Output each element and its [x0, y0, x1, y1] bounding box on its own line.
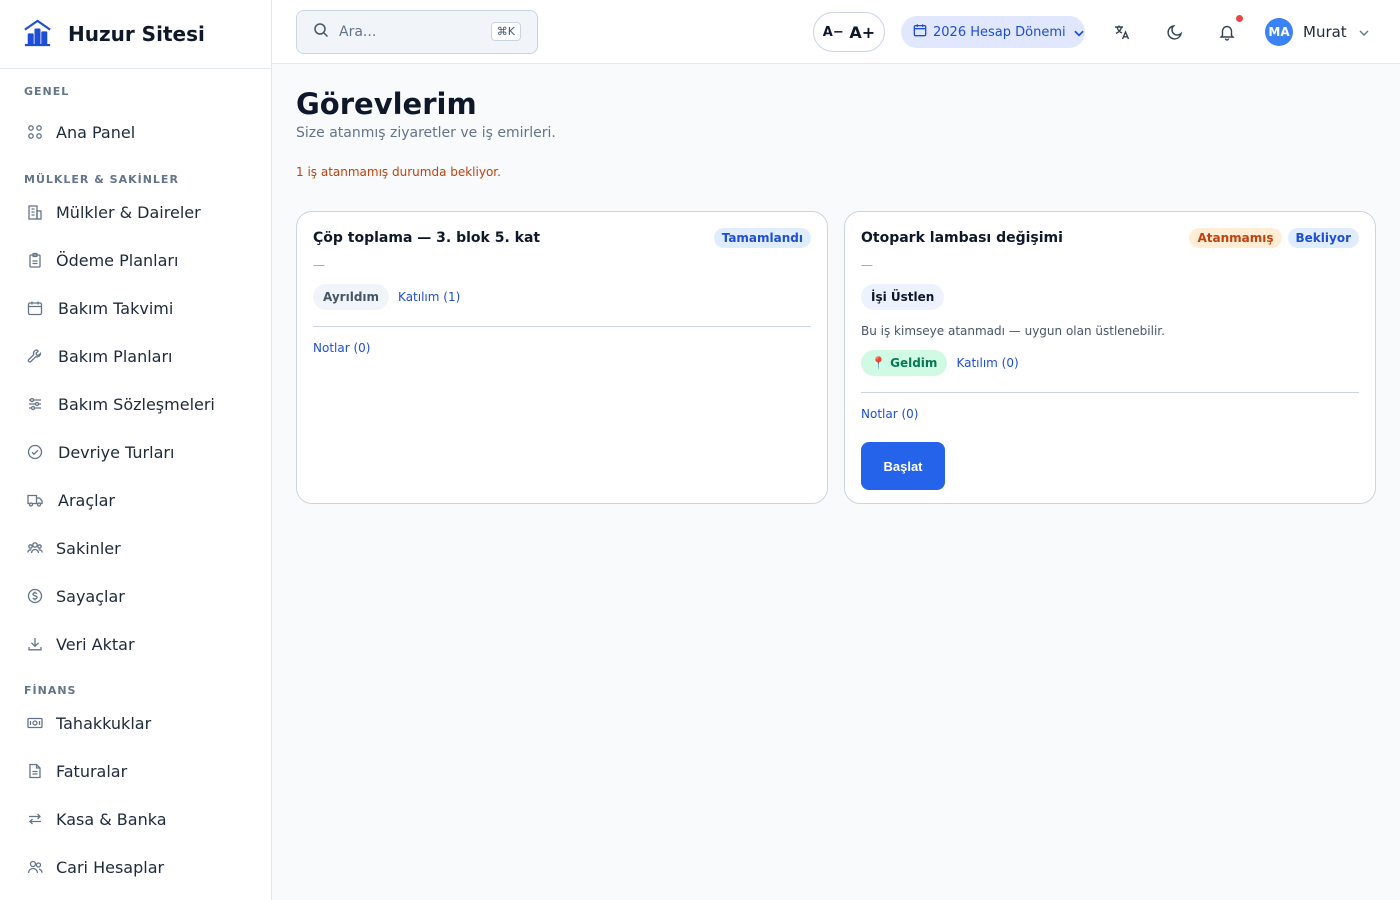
- user-menu[interactable]: MA Murat: [1265, 18, 1371, 46]
- sidebar-item-tahakkuklar[interactable]: Tahakkuklar: [0, 699, 271, 747]
- user-name: Murat: [1303, 23, 1347, 41]
- file-icon: [26, 762, 44, 780]
- sidebar-item-label: Cari Hesaplar: [56, 857, 165, 877]
- notification-dot: [1236, 15, 1243, 22]
- search-shortcut-hint: ⌘K: [490, 22, 521, 41]
- check-circle-icon: [26, 443, 44, 461]
- sidebar-item-label: Araçlar: [58, 490, 115, 510]
- page-title: Görevlerim: [296, 87, 477, 121]
- top-bar: Ara... ⌘K A− A+ 2026 Hesap Dönemi MA Mur…: [272, 0, 1400, 64]
- page-subtitle: Size atanmış ziyaretler ve iş emirleri.: [296, 125, 556, 141]
- clipboard-icon: [26, 251, 44, 269]
- building-chart-icon: [22, 17, 53, 52]
- building-icon: [26, 203, 44, 221]
- task-card: Çöp toplama — 3. blok 5. kat Tamamlandı …: [296, 211, 828, 504]
- moon-icon[interactable]: [1163, 20, 1187, 44]
- attendance-status-pill: Ayrıldım: [313, 284, 390, 310]
- sidebar-item-sayaclar[interactable]: Sayaçlar: [0, 572, 271, 620]
- sidebar-item-ana-panel[interactable]: Ana Panel: [0, 108, 271, 156]
- avatar: MA: [1265, 18, 1293, 46]
- sidebar-item-label: Faturalar: [56, 761, 128, 781]
- task-list: Çöp toplama — 3. blok 5. kat Tamamlandı …: [296, 211, 1376, 504]
- sidebar-item-label: Devriye Turları: [58, 442, 175, 462]
- main-content: Görevlerim Size atanmış ziyaretler ve iş…: [296, 64, 1376, 504]
- unassigned-help-text: Bu iş kimseye atanmadı — uygun olan üstl…: [861, 324, 1165, 338]
- task-title: Çöp toplama — 3. blok 5. kat: [313, 230, 541, 246]
- sidebar-item-label: Ana Panel: [56, 122, 136, 142]
- status-badge: Bekliyor: [1287, 228, 1359, 248]
- section-title-genel: GENEL: [24, 85, 70, 98]
- sidebar-item-cari-hesaplar[interactable]: Cari Hesaplar: [0, 843, 271, 891]
- notes-link[interactable]: Notlar (0): [313, 341, 370, 355]
- grid-icon: [26, 123, 44, 141]
- sidebar-item-label: Veri Aktar: [56, 634, 135, 654]
- sidebar-item-label: Sayaçlar: [56, 586, 125, 606]
- unassigned-badge: Atanmamış: [1189, 228, 1282, 248]
- attendance-status-pill: 📍 Geldim: [861, 350, 948, 376]
- start-button[interactable]: Başlat: [861, 442, 945, 490]
- sidebar-item-sakinler[interactable]: Sakinler: [0, 524, 271, 572]
- sidebar-item-odeme-planlari[interactable]: Ödeme Planları: [0, 236, 271, 284]
- sidebar-item-bakim-takvimi[interactable]: Bakım Takvimi: [0, 284, 271, 332]
- sidebar: Huzur Sitesi GENEL Ana Panel MÜLKLER & S…: [0, 0, 272, 900]
- truck-icon: [26, 491, 44, 509]
- task-card: Otopark lambası değişimi Atanmamış Bekli…: [844, 211, 1376, 504]
- attendance-link[interactable]: Katılım (1): [398, 290, 460, 304]
- bell-icon[interactable]: [1215, 20, 1239, 44]
- sidebar-item-label: Tahakkuklar: [56, 713, 152, 733]
- claim-task-button[interactable]: İşi Üstlen: [861, 284, 945, 310]
- sidebar-item-label: Bakım Sözleşmeleri: [58, 394, 215, 414]
- status-badge: Tamamlandı: [713, 228, 811, 248]
- section-title-mulkler: MÜLKLER & SAKİNLER: [24, 173, 179, 186]
- sidebar-item-label: Ödeme Planları: [56, 250, 179, 270]
- period-label: 2026 Hesap Dönemi: [933, 24, 1066, 40]
- sidebar-item-bakim-planlari[interactable]: Bakım Planları: [0, 332, 271, 380]
- translate-icon[interactable]: [1110, 20, 1134, 44]
- font-increase-button[interactable]: A+: [849, 23, 875, 42]
- sidebar-item-devriye-turlari[interactable]: Devriye Turları: [0, 428, 271, 476]
- search-input[interactable]: Ara... ⌘K: [296, 10, 538, 54]
- brand[interactable]: Huzur Sitesi: [0, 0, 271, 69]
- sidebar-item-label: Bakım Planları: [58, 346, 173, 366]
- sidebar-item-faturalar[interactable]: Faturalar: [0, 747, 271, 795]
- people-icon: [26, 858, 44, 876]
- sliders-icon: [26, 395, 44, 413]
- divider: [861, 392, 1359, 393]
- sidebar-item-label: Sakinler: [56, 538, 121, 558]
- period-selector[interactable]: 2026 Hesap Dönemi: [901, 16, 1085, 48]
- section-title-finans: FİNANS: [24, 684, 77, 697]
- swap-icon: [26, 810, 44, 828]
- sidebar-item-veri-aktar[interactable]: Veri Aktar: [0, 620, 271, 668]
- sidebar-item-bakim-sozlesmeleri[interactable]: Bakım Sözleşmeleri: [0, 380, 271, 428]
- users-icon: [26, 539, 44, 557]
- search-icon: [313, 22, 329, 42]
- sidebar-item-mulkler[interactable]: Mülkler & Daireler: [0, 188, 271, 236]
- wrench-icon: [26, 347, 44, 365]
- sidebar-item-araclar[interactable]: Araçlar: [0, 476, 271, 524]
- banknote-icon: [26, 714, 44, 732]
- task-title: Otopark lambası değişimi: [861, 230, 1063, 246]
- font-size-control: A− A+: [813, 12, 885, 52]
- font-decrease-button[interactable]: A−: [823, 25, 844, 40]
- chevron-down-icon: [1357, 25, 1371, 39]
- brand-name: Huzur Sitesi: [68, 22, 205, 46]
- chevron-down-icon: [1072, 26, 1084, 38]
- sidebar-item-kasa-banka[interactable]: Kasa & Banka: [0, 795, 271, 843]
- download-icon: [26, 635, 44, 653]
- search-placeholder: Ara...: [339, 24, 377, 40]
- sidebar-item-label: Bakım Takvimi: [58, 298, 174, 318]
- sidebar-item-label: Mülkler & Daireler: [56, 202, 201, 222]
- attendance-link[interactable]: Katılım (0): [956, 356, 1018, 370]
- notes-link[interactable]: Notlar (0): [861, 407, 918, 421]
- calendar-icon: [913, 23, 927, 41]
- unassigned-warning: 1 iş atanmamış durumda bekliyor.: [296, 165, 501, 179]
- calendar-icon: [26, 299, 44, 317]
- task-description: —: [861, 258, 873, 272]
- dollar-circle-icon: [26, 587, 44, 605]
- divider: [313, 326, 811, 327]
- sidebar-item-label: Kasa & Banka: [56, 809, 167, 829]
- task-description: —: [313, 258, 325, 272]
